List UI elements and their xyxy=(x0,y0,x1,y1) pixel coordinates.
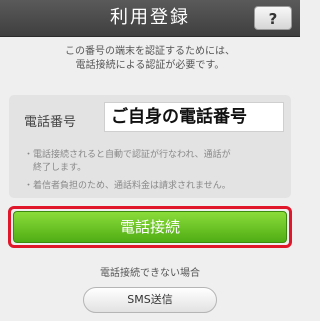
note-auto-verify: ・電話接続されると自動で認証が行なわれ、通話が 終了します。 xyxy=(24,149,286,175)
note-no-charge: ・着信者負担のため、通話料金は請求されません。 xyxy=(24,180,286,193)
phone-connect-button[interactable]: 電話接続 xyxy=(13,211,287,243)
note-line: ・着信者負担のため、通話料金は請求されません。 xyxy=(24,181,231,191)
phone-number-label: 電話番号 xyxy=(24,115,77,130)
intro-text: この番号の端末を認証するためには、 電話接続による認証が必要です。 xyxy=(0,45,300,73)
note-line: ・電話接続されると自動で認証が行なわれ、通話が xyxy=(24,150,231,160)
header-bar: 利用登録 ? xyxy=(0,0,300,37)
connect-highlight: 電話接続 xyxy=(8,206,292,248)
intro-line-2: 電話接続による認証が必要です。 xyxy=(75,60,225,71)
intro-line-1: この番号の端末を認証するためには、 xyxy=(65,46,235,57)
phone-number-field[interactable]: ご自身の電話番号 xyxy=(104,102,284,132)
sms-send-button[interactable]: SMS送信 xyxy=(83,287,217,313)
cannot-connect-label: 電話接続できない場合 xyxy=(100,268,200,279)
note-line: 終了します。 xyxy=(24,163,87,173)
help-button[interactable]: ? xyxy=(254,6,292,30)
